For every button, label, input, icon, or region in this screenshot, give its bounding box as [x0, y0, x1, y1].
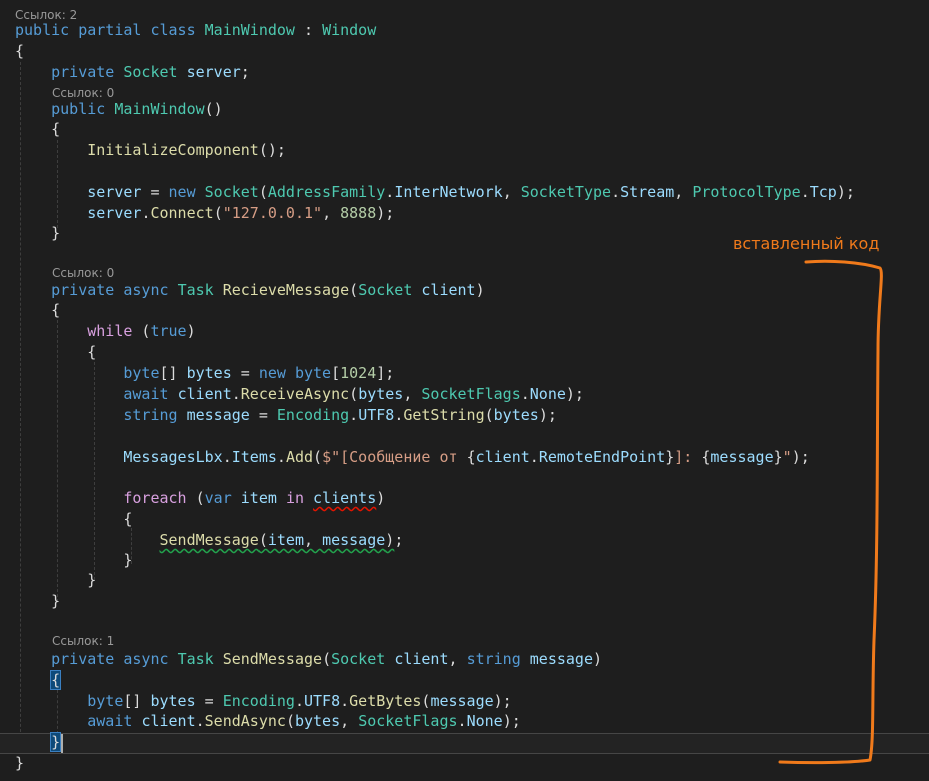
code-editor[interactable]: Ссылок: 2 Ссылок: 0 Ссылок: 0 Ссылок: 1 …: [0, 0, 929, 781]
annotation-bracket: [778, 259, 883, 765]
annotation-bracket-path: [778, 259, 883, 765]
